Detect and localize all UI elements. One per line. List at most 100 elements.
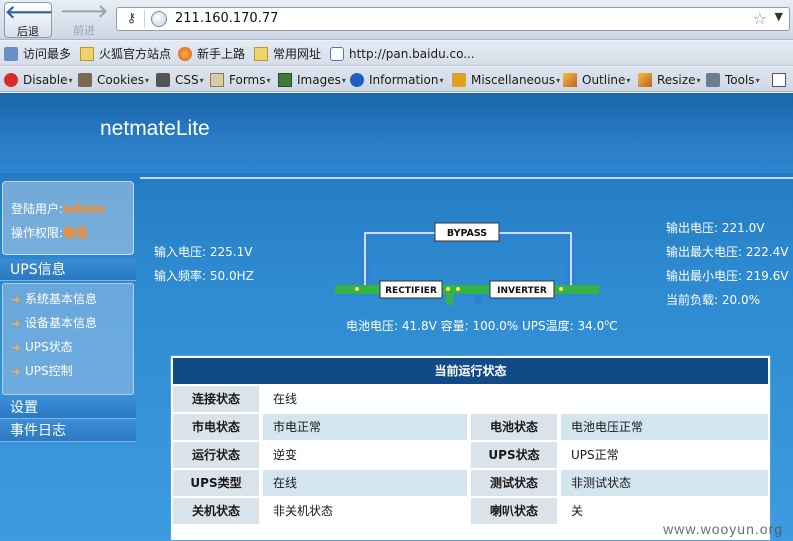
pencil-icon	[563, 73, 577, 87]
login-user-label: 登陆用户:	[11, 202, 64, 216]
bookmark-firefox-site[interactable]: 火狐官方站点	[80, 45, 171, 63]
status-key: UPS状态	[471, 442, 557, 468]
devtool-label: Forms	[229, 73, 266, 87]
information-icon	[350, 73, 364, 87]
bookmark-label: 常用网址	[273, 47, 322, 61]
bookmark-label: 新手上路	[197, 47, 246, 61]
status-value: 非关机状态	[263, 498, 467, 524]
user-info-box: 登陆用户:admin 操作权限:管理	[2, 181, 134, 255]
devtool-label: Miscellaneous	[471, 73, 556, 87]
url-input[interactable]	[175, 8, 715, 30]
folder-icon	[80, 47, 94, 61]
status-value: 逆变	[263, 442, 467, 468]
devtool-forms[interactable]: Forms▾	[210, 71, 271, 89]
bookmark-common-sites[interactable]: 常用网址	[254, 45, 321, 63]
table-row: 运行状态 逆变 UPS状态 UPS正常	[173, 442, 768, 468]
bookmark-getting-started[interactable]: 新手上路	[178, 45, 245, 63]
input-voltage: 输入电压: 225.1V	[154, 245, 253, 259]
sidebar-section-ups-info[interactable]: UPS信息	[0, 259, 136, 281]
devtool-css[interactable]: CSS▾	[156, 71, 204, 89]
login-user-value: admin	[63, 202, 105, 216]
sidebar-item-ups-control[interactable]: ➜ UPS控制	[11, 362, 73, 380]
firefox-icon	[178, 47, 192, 61]
arrow-icon: ➜	[11, 317, 21, 330]
sidebar-section-event-log[interactable]: 事件日志	[0, 420, 136, 442]
cookies-icon	[78, 73, 92, 87]
back-label: 后退	[17, 25, 39, 38]
back-button[interactable]: 🡐 后退	[4, 2, 53, 38]
baidu-icon	[330, 47, 344, 61]
devtool-cookies[interactable]: Cookies▾	[78, 71, 149, 89]
table-row: 市电状态 市电正常 电池状态 电池电压正常	[173, 414, 768, 440]
resize-pencil-icon	[638, 73, 652, 87]
devtool-outline[interactable]: Outline▾	[563, 71, 630, 89]
main-content: BYPASS RECTIFIER INVERTER 输入电压: 225.1V 输…	[140, 179, 793, 541]
address-bar[interactable]: ⚷ ☆ ▼	[116, 7, 790, 31]
status-key: 连接状态	[173, 386, 259, 412]
devtool-label: Cookies	[97, 73, 144, 87]
tools-icon	[706, 73, 720, 87]
bookmark-most-visited[interactable]: 访问最多	[4, 45, 71, 63]
status-key: 运行状态	[173, 442, 259, 468]
devtool-disable[interactable]: Disable▾	[4, 71, 73, 89]
devtool-label: Information	[369, 73, 439, 87]
status-panel: 当前运行状态 连接状态 在线 市电状态 市电正常 电池状态 电池电压正常 运行状…	[170, 355, 771, 541]
status-value: 市电正常	[263, 414, 467, 440]
images-icon	[278, 73, 292, 87]
current-load: 当前负载: 20.0%	[666, 293, 760, 307]
forward-button[interactable]: 🡒 前进	[60, 2, 108, 38]
dc-node-icon	[456, 287, 460, 291]
bookmark-star-icon[interactable]: ☆	[753, 9, 767, 28]
sidebar-item-label: UPS控制	[25, 364, 73, 378]
devtool-tools[interactable]: Tools▾	[706, 71, 760, 89]
devtool-miscellaneous[interactable]: Miscellaneous▾	[452, 71, 560, 89]
browser-toolbar: 🡐 后退 🡒 前进 ⚷ ☆ ▼	[0, 0, 793, 40]
sidebar-item-label: UPS状态	[25, 340, 73, 354]
arrow-icon: ➜	[11, 341, 21, 354]
bookmark-label: 访问最多	[23, 47, 72, 61]
watermark: www.wooyun.org	[663, 521, 783, 537]
devtool-view-source[interactable]	[772, 71, 791, 89]
devtool-label: Outline	[582, 73, 626, 87]
sidebar-section-settings[interactable]: 设置	[0, 397, 136, 419]
devtool-information[interactable]: Information▾	[350, 71, 443, 89]
permission-value: 管理	[63, 226, 88, 240]
devtool-images[interactable]: Images▾	[278, 71, 346, 89]
ups-flow-diagram: BYPASS RECTIFIER INVERTER	[335, 222, 599, 305]
status-key: 关机状态	[173, 498, 259, 524]
status-key: UPS类型	[173, 470, 259, 496]
forward-arrow-icon: 🡒	[60, 1, 109, 22]
rectifier-label: RECTIFIER	[385, 286, 437, 296]
devtool-label: Tools	[725, 73, 755, 87]
web-page: netmateLite 登陆用户:admin 操作权限:管理 UPS信息 ➜ 系统…	[0, 93, 793, 541]
status-key: 电池状态	[471, 414, 557, 440]
permission-label: 操作权限:	[11, 226, 64, 240]
sidebar-item-ups-status[interactable]: ➜ UPS状态	[11, 338, 73, 356]
forward-label: 前进	[73, 24, 95, 37]
input-frequency: 输入频率: 50.0HZ	[154, 269, 254, 283]
table-row: 连接状态 在线	[173, 386, 768, 412]
view-source-icon	[772, 73, 786, 87]
sidebar-item-label: 系统基本信息	[25, 292, 98, 306]
css-icon	[156, 73, 170, 87]
status-value: 在线	[263, 386, 768, 412]
dropdown-arrow-icon[interactable]: ▼	[775, 10, 783, 23]
sidebar-item-device-info[interactable]: ➜ 设备基本信息	[11, 314, 97, 332]
key-icon[interactable]: ⚷	[119, 10, 145, 28]
status-value: 在线	[263, 470, 467, 496]
devtool-resize[interactable]: Resize▾	[638, 71, 700, 89]
status-key: 测试状态	[471, 470, 557, 496]
devtool-label: Disable	[23, 73, 68, 87]
output-max-voltage: 输出最大电压: 222.4V	[666, 245, 789, 259]
login-user: 登陆用户:admin	[11, 200, 105, 217]
bookmark-pan-baidu[interactable]: http://pan.baidu.co...	[330, 45, 475, 63]
folder-icon	[254, 47, 268, 61]
permission: 操作权限:管理	[11, 224, 87, 241]
sidebar: 登陆用户:admin 操作权限:管理 UPS信息 ➜ 系统基本信息 ➜ 设备基本信息…	[0, 179, 136, 541]
status-value: 非测试状态	[561, 470, 768, 496]
sidebar-item-system-info[interactable]: ➜ 系统基本信息	[11, 290, 97, 308]
status-key: 市电状态	[173, 414, 259, 440]
devtool-label: Resize	[657, 73, 696, 87]
sidebar-item-label: 设备基本信息	[25, 316, 98, 330]
miscellaneous-icon	[452, 73, 466, 87]
